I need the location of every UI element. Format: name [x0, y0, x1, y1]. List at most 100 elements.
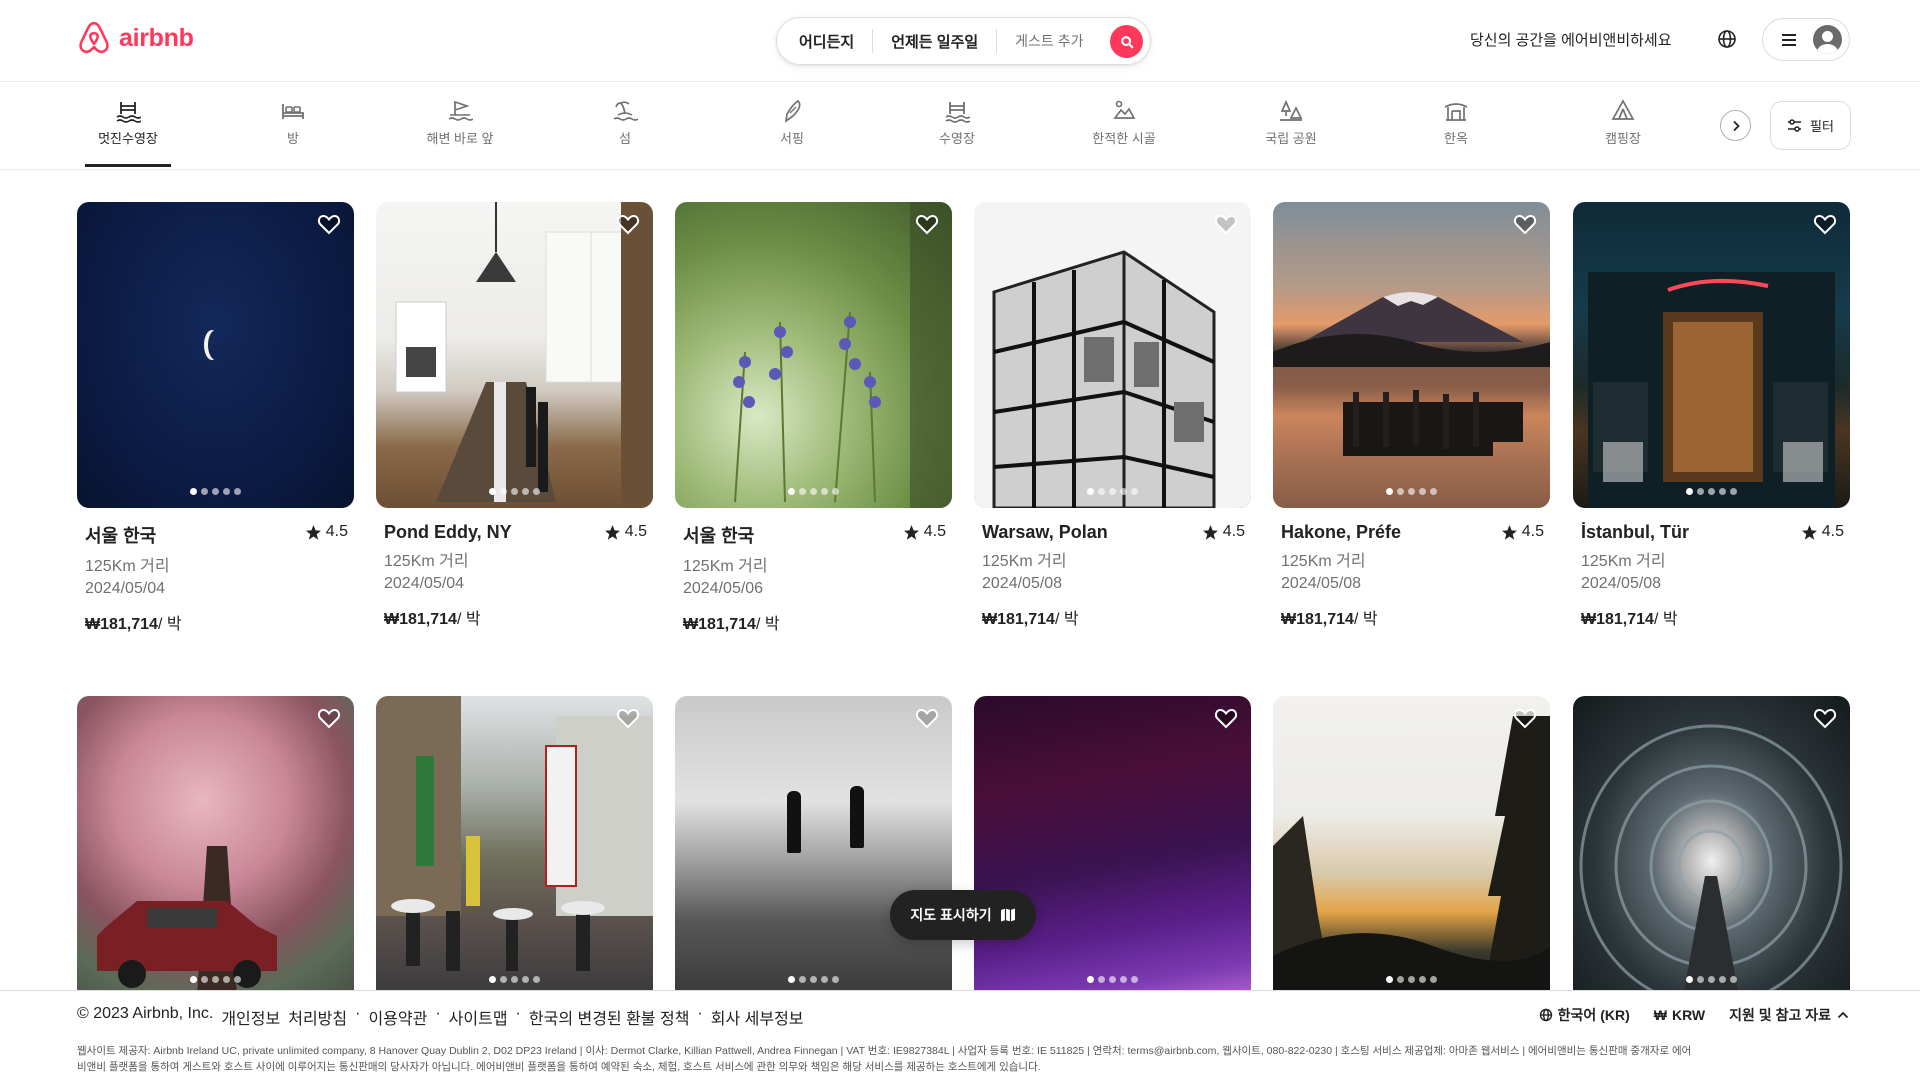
category-label: 국립 공원: [1265, 131, 1317, 146]
search-guests[interactable]: 게스트 추가: [997, 31, 1101, 51]
footer-link[interactable]: 한국의 변경된 환불 정책: [529, 1005, 690, 1029]
listing-photo[interactable]: [675, 202, 952, 508]
legal-line: 비앤비 플랫폼을 통하여 게스트와 호스트 사이에 이루어지는 통신판매의 당사…: [77, 1061, 1041, 1073]
search-where[interactable]: 어디든지: [777, 31, 872, 52]
listing-photo[interactable]: [974, 202, 1251, 508]
listing-distance: 125Km 거리: [85, 558, 170, 575]
category-item[interactable]: 서핑: [732, 98, 852, 147]
category-item[interactable]: 캠핑장: [1563, 98, 1683, 147]
footer-link[interactable]: 개인정보: [221, 1005, 280, 1029]
wishlist-heart-icon[interactable]: [914, 211, 940, 237]
footer-link[interactable]: 회사 세부정보: [711, 1005, 804, 1029]
listing-rating: 4.5: [903, 523, 946, 541]
listing-photo[interactable]: [675, 696, 952, 996]
filter-label: 필터: [1810, 119, 1834, 134]
listing-card[interactable]: 서울 한국 4.5 125Km 거리 2024/05/06 ₩181,714/ …: [675, 202, 952, 634]
airbnb-logo[interactable]: airbnb: [77, 20, 194, 56]
currency-selector[interactable]: ₩ KRW: [1654, 1007, 1705, 1023]
star-icon: [1501, 524, 1517, 540]
category-scroll-next-button[interactable]: [1720, 110, 1751, 141]
filter-button[interactable]: 필터: [1770, 101, 1851, 150]
listing-location: Hakone, Préfe: [1281, 522, 1402, 542]
listing-card[interactable]: [974, 696, 1251, 996]
show-map-button[interactable]: 지도 표시하기: [890, 890, 1036, 940]
category-item[interactable]: 한적한 시골: [1064, 98, 1184, 147]
surfer-figure: [787, 791, 801, 853]
footer-link[interactable]: 사이트맵: [449, 1005, 508, 1029]
listing-info: İstanbul, Tür 4.5 125Km 거리 2024/05/08 ₩1…: [1573, 522, 1850, 629]
star-icon: [1202, 524, 1218, 540]
listing-photo[interactable]: [1273, 202, 1550, 508]
category-item[interactable]: 멋진수영장: [68, 98, 188, 167]
globe-icon[interactable]: [1716, 28, 1738, 50]
wishlist-heart-icon[interactable]: [1812, 705, 1838, 731]
map-icon: [1000, 908, 1015, 922]
photo-pagination-dots: [974, 488, 1251, 495]
category-label: 한적한 시골: [1092, 131, 1156, 146]
listing-date: 2024/05/04: [85, 580, 166, 597]
category-label: 해변 바로 앞: [426, 131, 494, 146]
listing-photo[interactable]: [1573, 696, 1850, 996]
listing-photo[interactable]: [77, 202, 354, 508]
listing-price: ₩181,714/ 박: [85, 616, 182, 633]
avatar-icon: [1813, 25, 1842, 54]
wishlist-heart-icon[interactable]: [1812, 211, 1838, 237]
listing-photo[interactable]: [77, 696, 354, 996]
search-button[interactable]: [1110, 25, 1143, 58]
wishlist-heart-icon[interactable]: [615, 705, 641, 731]
listing-card[interactable]: [1573, 696, 1850, 996]
search-when[interactable]: 언제든 일주일: [873, 31, 996, 52]
dining-room-illustration: [395, 202, 653, 508]
listing-info: Hakone, Préfe 4.5 125Km 거리 2024/05/08 ₩1…: [1273, 522, 1550, 629]
footer-links: © 2023 Airbnb, Inc. 개인정보 처리방침 · 이용약관 · 사이트…: [77, 1005, 804, 1029]
listing-card[interactable]: Hakone, Préfe 4.5 125Km 거리 2024/05/08 ₩1…: [1273, 202, 1550, 629]
listing-card[interactable]: Pond Eddy, NY 4.5 125Km 거리 2024/05/04 ₩1…: [376, 202, 653, 629]
listing-card[interactable]: [77, 696, 354, 996]
wishlist-heart-icon[interactable]: [316, 705, 342, 731]
support-resources-toggle[interactable]: 지원 및 참고 자료: [1729, 1005, 1850, 1025]
listing-photo[interactable]: [1573, 202, 1850, 508]
wishlist-heart-icon[interactable]: [1213, 211, 1239, 237]
star-icon: [604, 524, 620, 540]
category-item[interactable]: 해변 바로 앞: [400, 98, 520, 147]
listing-card[interactable]: İstanbul, Tür 4.5 125Km 거리 2024/05/08 ₩1…: [1573, 202, 1850, 629]
category-bar: 멋진수영장 방 해변 바로 앞 섬 서핑 수영장 한적한 시골 국립 공원 한옥…: [0, 82, 1920, 170]
host-your-home-link[interactable]: 당신의 공간을 에어비앤비하세요: [1470, 29, 1672, 50]
listing-photo[interactable]: [376, 202, 653, 508]
wishlist-heart-icon[interactable]: [316, 211, 342, 237]
photo-pagination-dots: [675, 976, 952, 983]
support-label: 지원 및 참고 자료: [1729, 1007, 1831, 1023]
photo-pagination-dots: [376, 976, 653, 983]
category-item[interactable]: 수영장: [897, 98, 1017, 147]
listing-card[interactable]: Warsaw, Polan 4.5 125Km 거리 2024/05/08 ₩1…: [974, 202, 1251, 629]
category-item[interactable]: 한옥: [1396, 98, 1516, 147]
wishlist-heart-icon[interactable]: [1512, 705, 1538, 731]
hanok-icon: [1444, 103, 1468, 121]
listing-card[interactable]: [376, 696, 653, 996]
listing-card[interactable]: 서울 한국 4.5 125Km 거리 2024/05/04 ₩181,714/ …: [77, 202, 354, 634]
currency-label: KRW: [1671, 1007, 1706, 1023]
tokyo-street-illustration: [376, 696, 653, 971]
listing-card[interactable]: [1273, 696, 1550, 996]
listing-photo[interactable]: [1273, 696, 1550, 996]
category-item[interactable]: 국립 공원: [1231, 98, 1351, 147]
footer-link[interactable]: 이용약관: [368, 1005, 427, 1029]
wishlist-heart-icon[interactable]: [914, 705, 940, 731]
footer-link[interactable]: 처리방침: [288, 1005, 347, 1029]
user-menu-button[interactable]: [1762, 18, 1850, 61]
listing-photo[interactable]: [974, 696, 1251, 996]
search-bar[interactable]: 어디든지 언제든 일주일 게스트 추가: [776, 17, 1151, 65]
wishlist-heart-icon[interactable]: [615, 211, 641, 237]
listing-photo[interactable]: [376, 696, 653, 996]
gallery-storefront-illustration: [1588, 272, 1835, 508]
beachfront-icon: [448, 100, 473, 121]
listing-distance: 125Km 거리: [982, 553, 1067, 570]
photo-pagination-dots: [376, 488, 653, 495]
category-item[interactable]: 섬: [565, 98, 685, 147]
category-item[interactable]: 방: [233, 98, 353, 147]
listing-location: Pond Eddy, NY: [384, 522, 512, 542]
language-selector[interactable]: 한국어 (KR): [1539, 1005, 1630, 1025]
listing-card[interactable]: [675, 696, 952, 996]
wishlist-heart-icon[interactable]: [1512, 211, 1538, 237]
wishlist-heart-icon[interactable]: [1213, 705, 1239, 731]
